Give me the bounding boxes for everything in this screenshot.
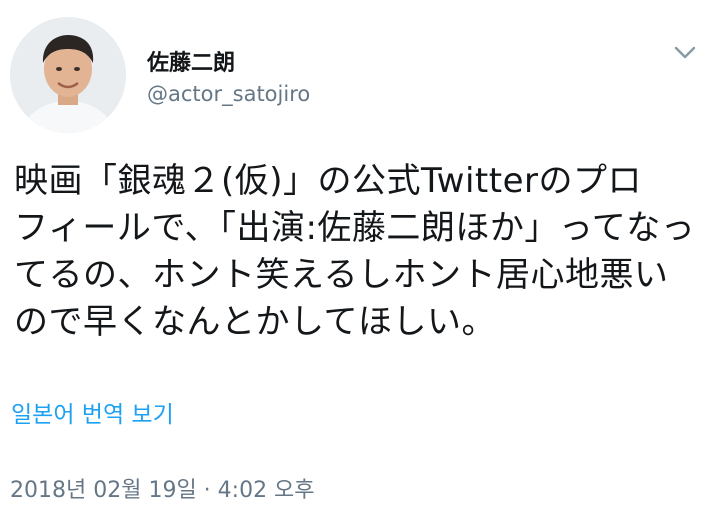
tweet-text-line: 映画「銀魂２(仮)」の公式Twitterのプロ [14,161,642,201]
tweet-card: 佐藤二朗 @actor_satojiro 映画「銀魂２(仮)」の公式Twitte… [0,0,720,507]
author-display-name[interactable]: 佐藤二朗 [147,45,235,77]
avatar-photo-icon [10,17,126,133]
tweet-timestamp[interactable]: 2018년 02월 19일 · 4:02 오후 [10,472,315,504]
author-handle[interactable]: @actor_satojiro [147,82,310,106]
chevron-down-icon[interactable] [670,38,700,68]
tweet-text-line: てるの、ホント笑えるしホント居心地悪い [14,255,669,295]
tweet-text-line: フィールで、「出演:佐藤二朗ほか」ってなっ [14,208,696,248]
tweet-text: 映画「銀魂２(仮)」の公式Twitterのプロ フィールで、「出演:佐藤二朗ほか… [14,158,704,346]
tweet-text-line: ので早くなんとかしてほしい。 [14,302,496,342]
avatar[interactable] [10,17,126,133]
translate-tweet-link[interactable]: 일본어 번역 보기 [11,395,174,429]
